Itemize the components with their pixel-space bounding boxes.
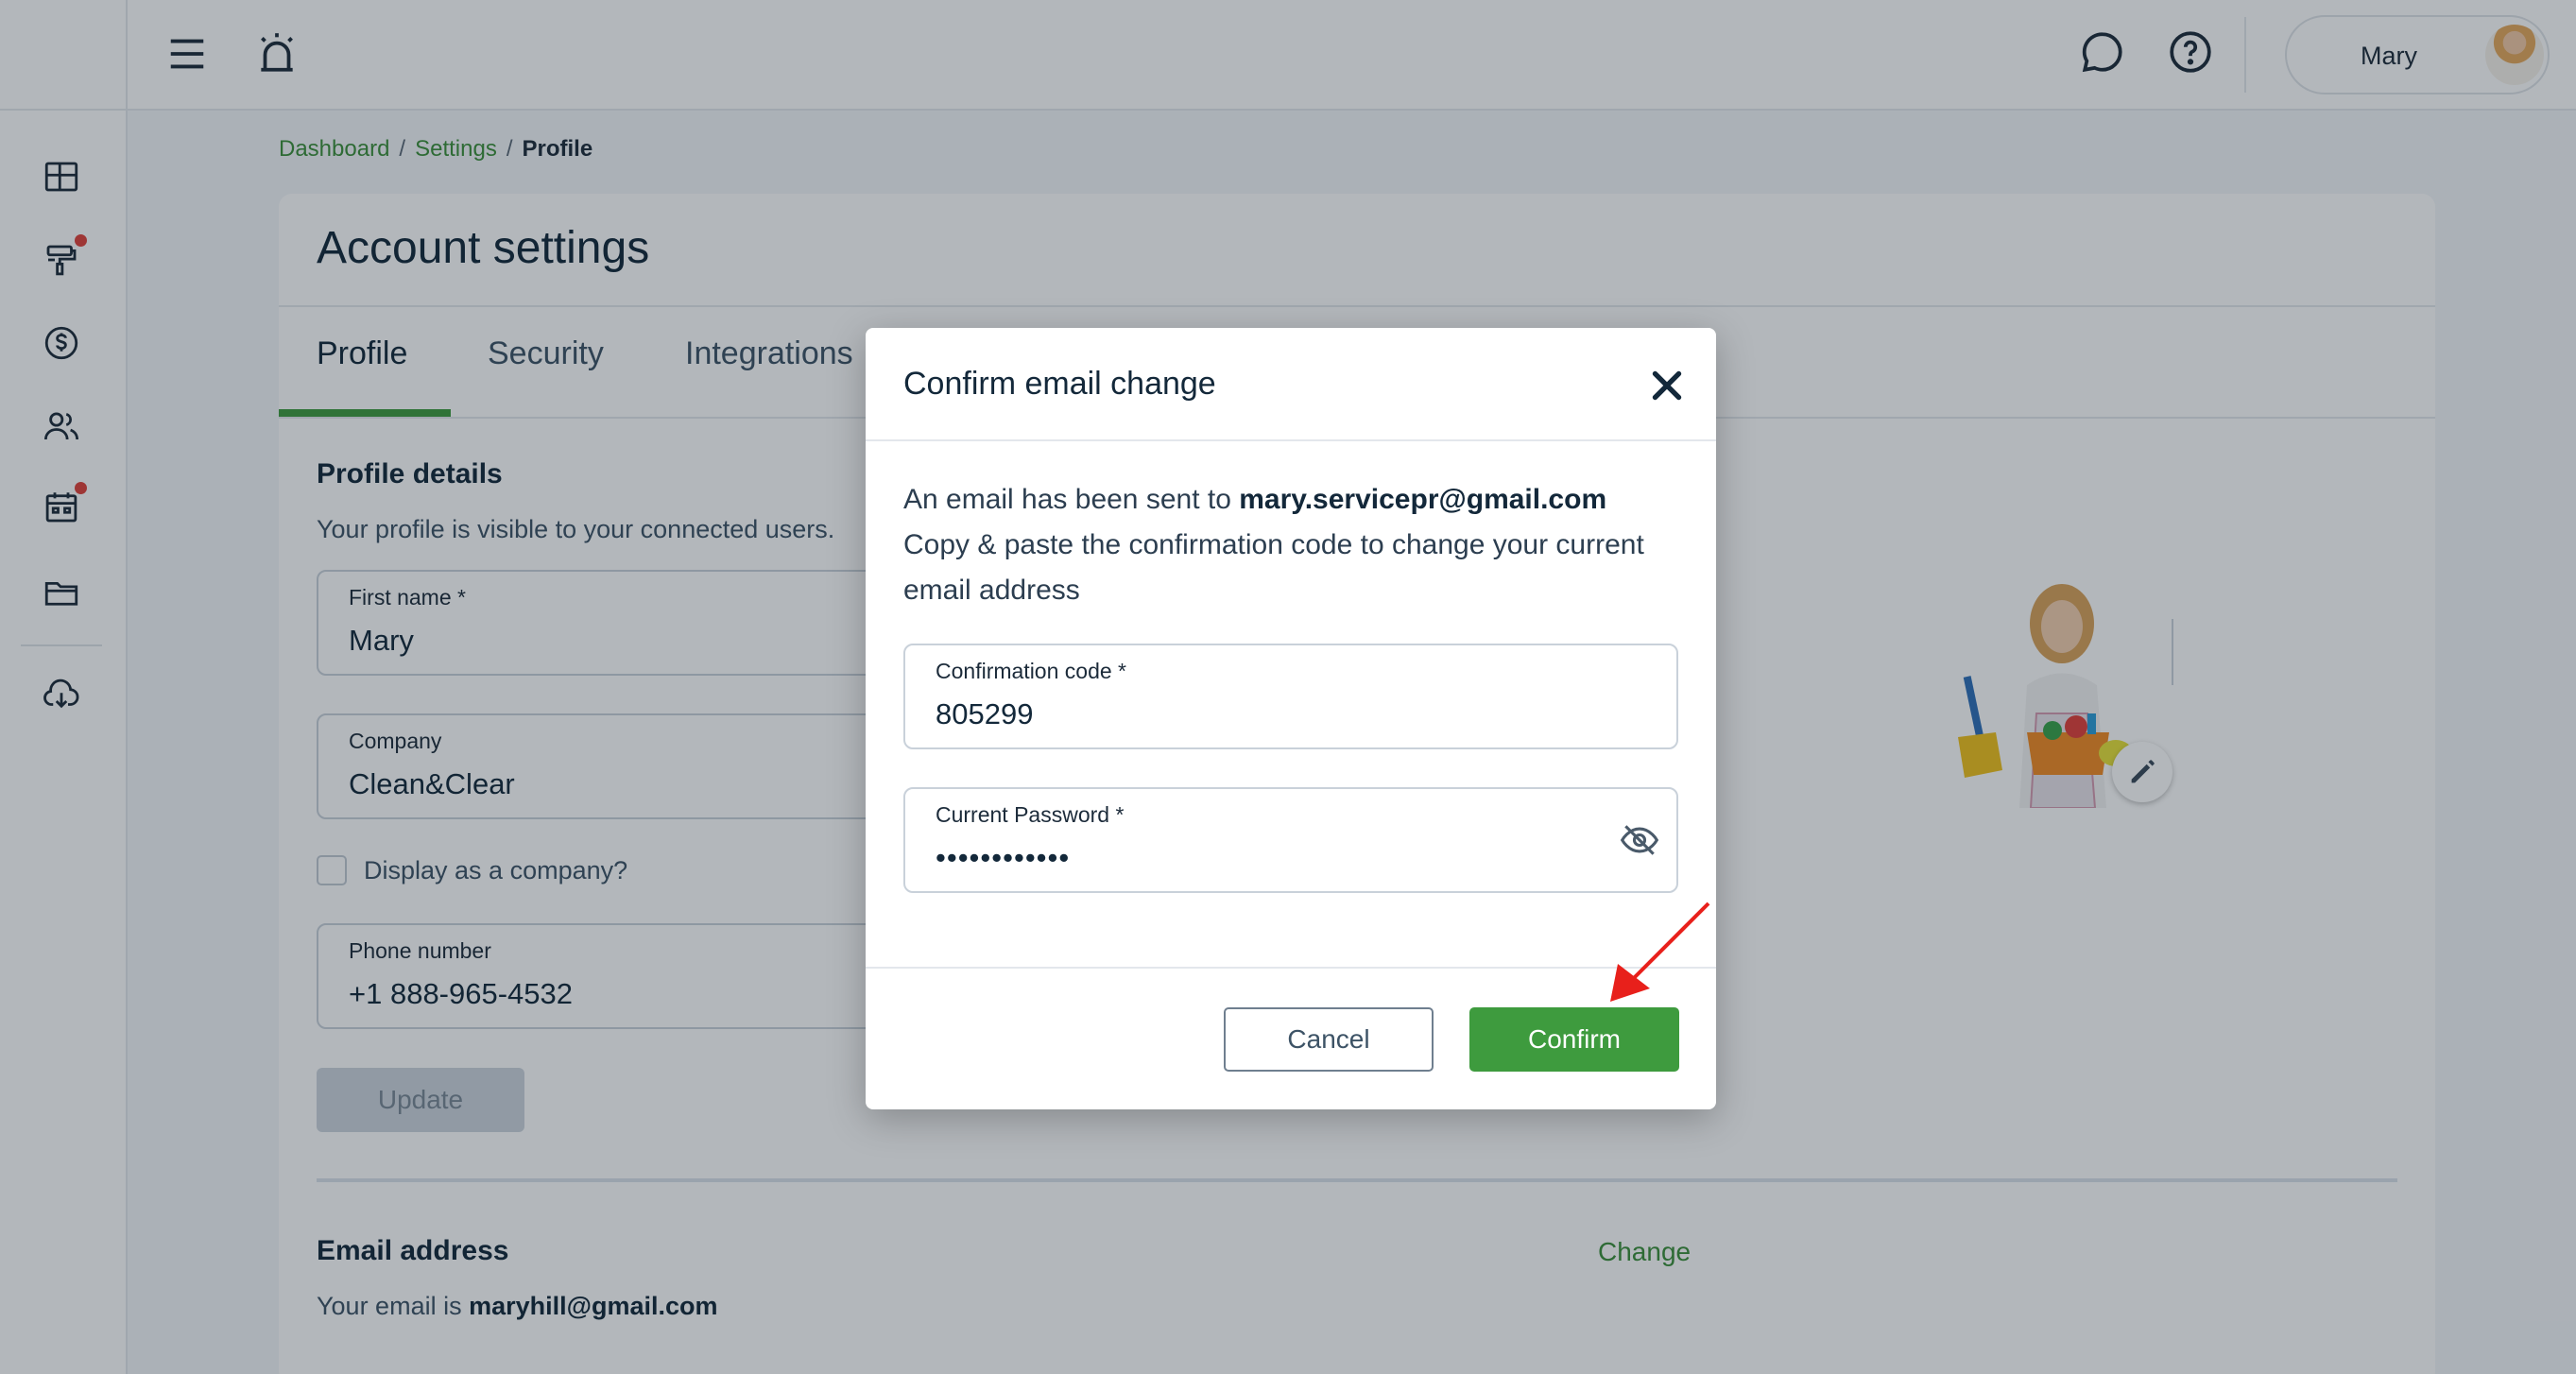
confirmation-code-value: 805299 <box>936 697 1034 730</box>
modal-footer-divider <box>866 967 1716 969</box>
close-icon[interactable] <box>1643 362 1691 409</box>
current-password-label: Current Password * <box>936 802 1125 827</box>
modal-title: Confirm email change <box>903 366 1216 402</box>
confirm-button[interactable]: Confirm <box>1469 1007 1679 1072</box>
current-password-field[interactable]: Current Password * •••••••••••• <box>903 787 1678 893</box>
modal-message: An email has been sent to mary.servicepr… <box>903 484 1644 606</box>
eye-off-icon[interactable] <box>1619 819 1660 861</box>
current-password-value: •••••••••••• <box>936 841 1071 874</box>
annotation-arrow-icon <box>1610 902 1710 1002</box>
confirm-email-modal: Confirm email change An email has been s… <box>866 328 1716 1109</box>
confirmation-code-label: Confirmation code * <box>936 659 1126 683</box>
cancel-button[interactable]: Cancel <box>1224 1007 1434 1072</box>
confirmation-code-field[interactable]: Confirmation code * 805299 <box>903 644 1678 749</box>
sent-email: mary.servicepr@gmail.com <box>1239 484 1607 515</box>
modal-header-divider <box>866 439 1716 441</box>
